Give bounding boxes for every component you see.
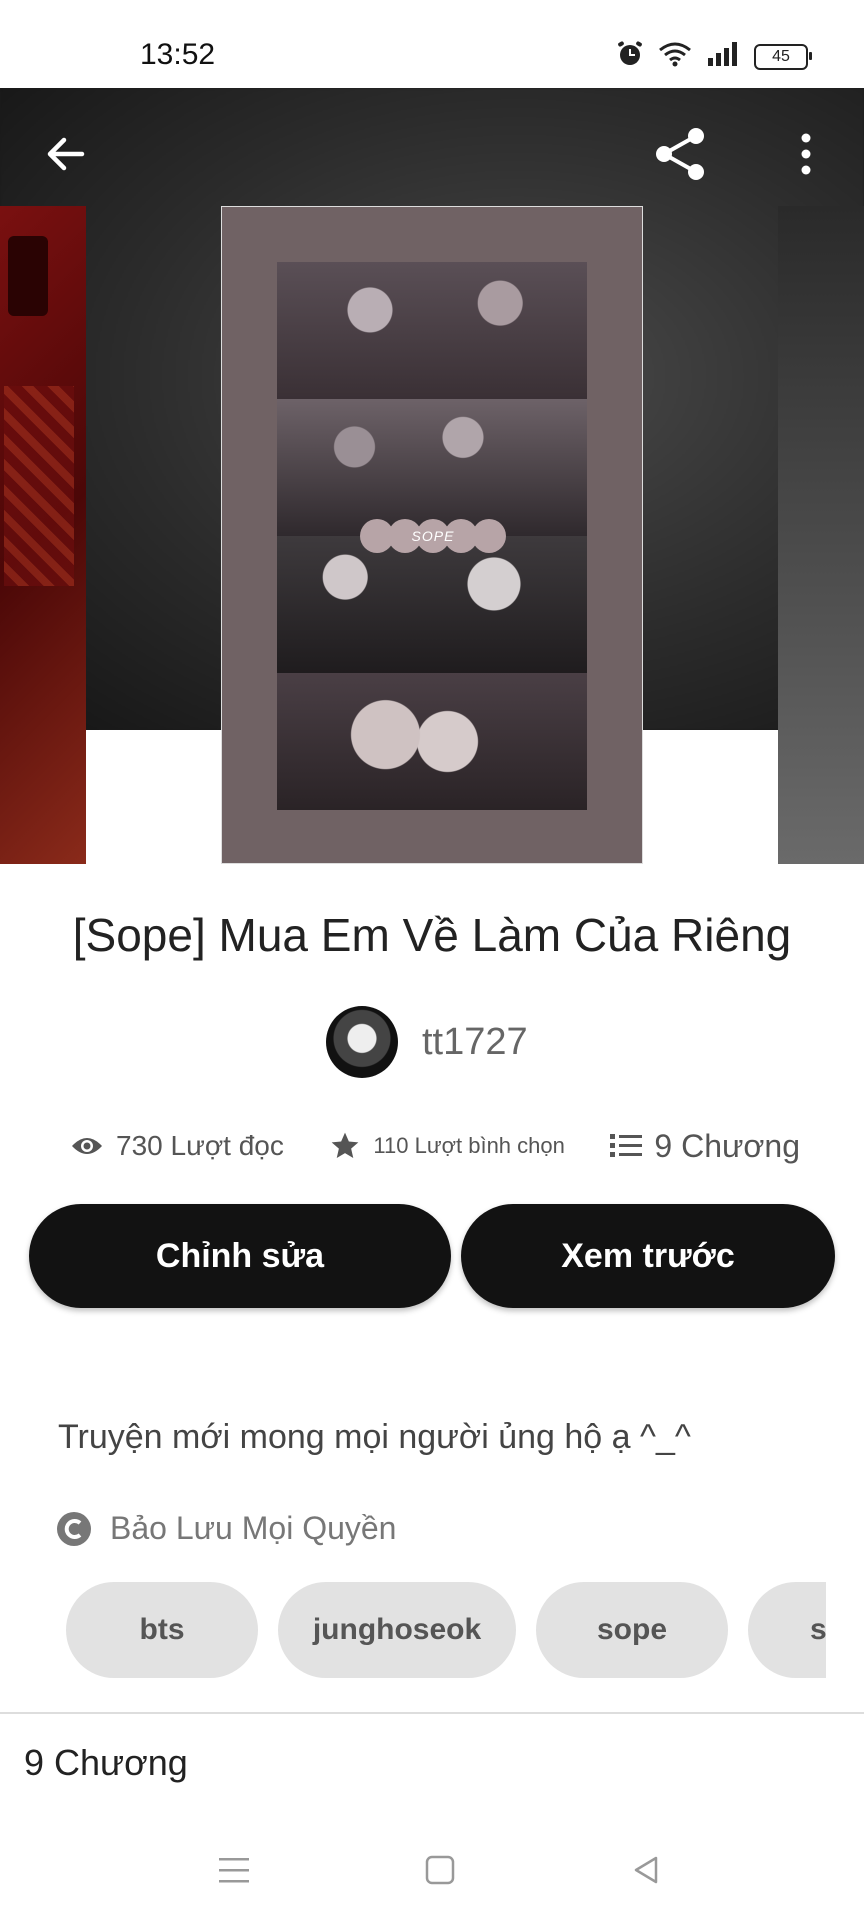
share-button[interactable] xyxy=(650,124,710,184)
system-back-button[interactable] xyxy=(624,1848,668,1892)
status-icons: 45 xyxy=(616,40,812,73)
reads-count: 730 Lượt đọc xyxy=(116,1130,284,1161)
cover-photo-3 xyxy=(277,536,587,673)
status-time: 13:52 xyxy=(140,38,216,71)
chapters-count: 9 Chương xyxy=(654,1127,800,1164)
cover-label: SOPE xyxy=(355,519,511,553)
cover-photo-2 xyxy=(277,399,587,536)
cover-photo-1 xyxy=(277,262,587,399)
back-arrow-icon xyxy=(47,137,85,171)
tag-chip[interactable]: bts xyxy=(66,1582,258,1678)
cover-photo-4 xyxy=(277,673,587,810)
share-icon xyxy=(656,128,704,180)
votes-count: 110 Lượt bình chọn xyxy=(373,1133,565,1158)
story-cover[interactable]: SOPE xyxy=(221,206,643,864)
cover-overlay-text: SOPE xyxy=(411,528,455,544)
story-stats: 730 Lượt đọc 110 Lượt bình chọn 9 Chương xyxy=(70,1124,800,1168)
home-button[interactable] xyxy=(418,1848,462,1892)
wifi-icon xyxy=(658,41,692,72)
cover-collage: SOPE xyxy=(277,262,587,810)
star-icon xyxy=(332,1132,359,1158)
signal-icon xyxy=(706,42,740,71)
previous-story-cover[interactable] xyxy=(0,206,86,864)
divider xyxy=(0,1712,864,1714)
author-profile[interactable]: tt1727 xyxy=(326,1006,528,1078)
back-triangle-icon xyxy=(634,1856,658,1884)
more-options-button[interactable] xyxy=(776,124,836,184)
chapters-stat: 9 Chương xyxy=(610,1128,800,1165)
more-vertical-icon xyxy=(801,133,811,175)
chapters-section-title[interactable]: 9 Chương xyxy=(24,1742,188,1784)
eye-icon xyxy=(72,1138,102,1154)
tag-list: bts junghoseok sope s xyxy=(66,1582,826,1678)
system-navigation-bar xyxy=(0,1820,864,1920)
preview-button[interactable]: Xem trước xyxy=(461,1204,835,1308)
menu-button[interactable] xyxy=(212,1848,256,1892)
home-square-icon xyxy=(425,1855,455,1885)
story-title: [Sope] Mua Em Về Làm Của Riêng xyxy=(72,909,792,961)
battery-icon: 45 xyxy=(754,43,812,70)
tag-chip[interactable]: sope xyxy=(536,1582,728,1678)
menu-icon xyxy=(219,1858,249,1883)
next-story-cover[interactable] xyxy=(778,206,864,864)
votes-stat: 110 Lượt bình chọn xyxy=(329,1130,565,1162)
author-name[interactable]: tt1727 xyxy=(422,1021,528,1064)
reads-stat: 730 Lượt đọc xyxy=(70,1130,284,1162)
tag-chip[interactable]: s xyxy=(748,1582,826,1678)
tag-chip[interactable]: junghoseok xyxy=(278,1582,516,1678)
avatar[interactable] xyxy=(326,1006,398,1078)
alarm-icon xyxy=(616,40,644,73)
story-description: Truyện mới mong mọi người ủng hộ ạ ^_^ xyxy=(58,1418,691,1456)
copyright-label: Bảo Lưu Mọi Quyền xyxy=(110,1510,397,1546)
list-icon xyxy=(610,1134,643,1157)
edit-button[interactable]: Chỉnh sửa xyxy=(29,1204,451,1308)
copyright-icon xyxy=(57,1511,91,1546)
back-button[interactable] xyxy=(36,124,96,184)
status-bar: 13:52 45 xyxy=(0,0,864,88)
copyright-info: Bảo Lưu Mọi Quyền xyxy=(56,1510,396,1547)
